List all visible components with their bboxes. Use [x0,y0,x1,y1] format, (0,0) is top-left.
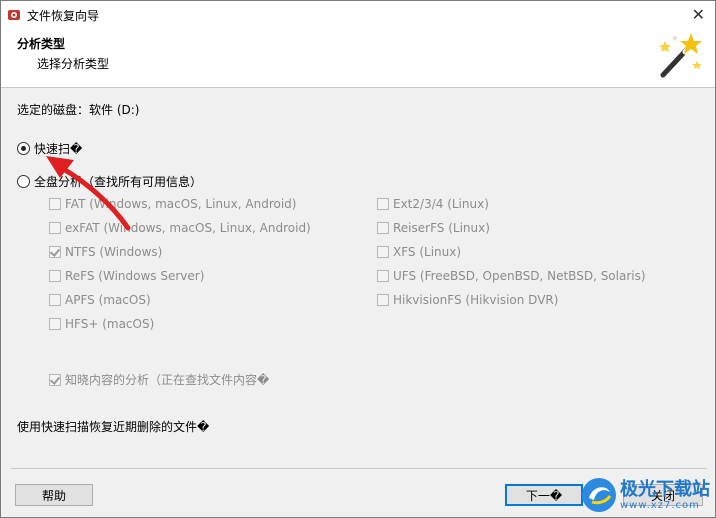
quick-scan-radio[interactable] [17,142,30,155]
fs-left-item-option: NTFS (Windows) [49,245,162,259]
fs-right-item-checkbox [377,198,389,210]
fs-right-item-option: Ext2/3/4 (Linux) [377,197,489,211]
fs-left-item-label: NTFS (Windows) [65,245,163,259]
watermark-url: www.xz7.com [620,499,700,511]
close-icon[interactable]: ✕ [692,5,705,24]
fs-left-item-label: ReFS (Windows Server) [65,269,205,283]
fs-right-item-label: XFS (Linux) [393,245,462,259]
fs-left-item-checkbox [49,318,61,330]
wizard-window: 文件恢复向导 ✕ 分析类型 选择分析类型 选定的磁盘：软件 (D:) 快速扫� … [0,0,716,518]
fs-left-item-option: APFS (macOS) [49,293,151,307]
fs-left-item-option: exFAT (Windows, macOS, Linux, Android) [49,221,311,235]
fs-right-item-checkbox [377,294,389,306]
fs-left-item-label: APFS (macOS) [65,293,151,307]
watermark-logo-icon [582,478,616,512]
window-title: 文件恢复向导 [27,9,100,23]
content-analysis-checkbox [49,373,61,386]
bottom-divider [11,468,707,469]
selected-disk-label: 选定的磁盘：软件 (D:) [17,103,140,117]
fs-left-item-checkbox [49,246,61,258]
fs-right-item-option: ReiserFS (Linux) [377,221,490,235]
hint-text: 使用快速扫描恢复近期删除的文件� [17,420,210,434]
fs-right-item-label: HikvisionFS (Hikvision DVR) [393,293,559,307]
fs-right-item-option: UFS (FreeBSD, OpenBSD, NetBSD, Solaris) [377,269,646,283]
fs-left-item-option: FAT (Windows, macOS, Linux, Android) [49,197,296,211]
full-scan-radio[interactable] [17,175,30,188]
fs-left-item-checkbox [49,222,61,234]
fs-right-item-checkbox [377,246,389,258]
watermark-name: 极光下载站 [620,478,710,500]
fs-left-item-option: HFS+ (macOS) [49,317,154,331]
content-analysis-label: 知晓内容的分析（正在查找文件内容� [65,373,270,387]
watermark: 极光下载站 www.xz7.com [582,478,710,512]
next-button[interactable]: 下一� [505,484,583,506]
fs-left-item-checkbox [49,198,61,210]
title-bar[interactable]: 文件恢复向导 ✕ [1,1,715,29]
fs-right-item-option: XFS (Linux) [377,245,461,259]
fs-right-item-option: HikvisionFS (Hikvision DVR) [377,293,558,307]
fs-left-item-option: ReFS (Windows Server) [49,269,204,283]
help-button[interactable]: 帮助 [15,484,93,506]
fs-left-item-label: exFAT (Windows, macOS, Linux, Android) [65,221,311,235]
quick-scan-option[interactable]: 快速扫� [17,140,82,157]
step-subtitle: 选择分析类型 [37,57,110,71]
fs-left-item-label: HFS+ (macOS) [65,317,155,331]
fs-right-item-label: ReiserFS (Linux) [393,221,490,235]
fs-left-item-label: FAT (Windows, macOS, Linux, Android) [65,197,297,211]
full-scan-label: 全盘分析（查找所有可用信息） [34,175,203,189]
fs-right-item-checkbox [377,270,389,282]
fs-right-item-label: Ext2/3/4 (Linux) [393,197,489,211]
content-analysis-option: 知晓内容的分析（正在查找文件内容� [49,371,269,388]
fs-left-item-checkbox [49,294,61,306]
full-scan-option[interactable]: 全盘分析（查找所有可用信息） [17,173,202,190]
wizard-header: 分析类型 选择分析类型 [1,29,715,88]
magic-wand-icon [659,33,702,78]
fs-right-item-label: UFS (FreeBSD, OpenBSD, NetBSD, Solaris) [393,269,646,283]
quick-scan-label: 快速扫� [34,142,83,156]
app-icon [8,10,20,20]
step-title: 分析类型 [17,37,66,51]
fs-right-item-checkbox [377,222,389,234]
fs-left-item-checkbox [49,270,61,282]
